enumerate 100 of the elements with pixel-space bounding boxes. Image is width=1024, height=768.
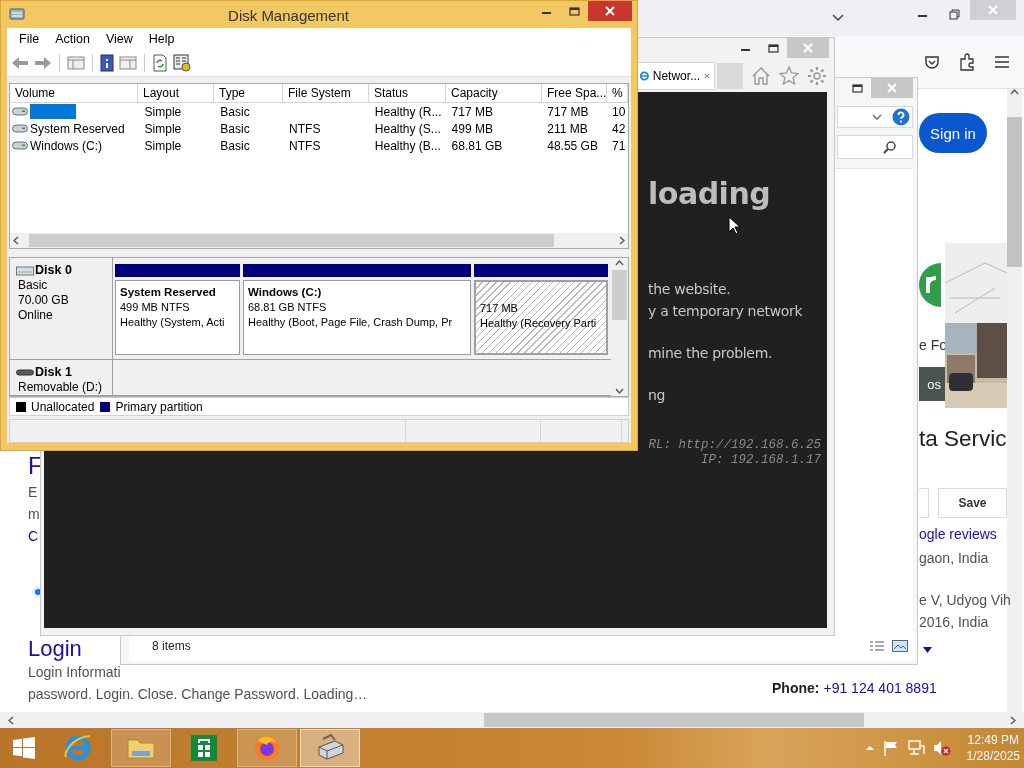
phone-link[interactable]: +91 124 401 8891 — [823, 680, 937, 696]
scroll-up-icon[interactable] — [1010, 89, 1019, 95]
refresh-icon[interactable] — [152, 54, 168, 72]
address-text: gaon, India — [919, 549, 990, 568]
search-icon[interactable] — [883, 140, 896, 154]
column-header[interactable]: Status — [369, 84, 446, 102]
disk-detail: Online — [18, 308, 54, 323]
scroll-left-icon[interactable] — [13, 236, 19, 245]
home-icon[interactable] — [751, 65, 771, 86]
menu-item[interactable]: File — [11, 32, 48, 46]
page-paragraph: the website. y a temporary network — [648, 280, 804, 321]
table-cell-text: Basic — [219, 121, 251, 136]
menu-item[interactable]: Action — [47, 32, 98, 46]
table-cell: System Reserved — [30, 121, 125, 136]
scroll-right-icon[interactable] — [1010, 715, 1016, 725]
maximize-icon — [568, 6, 580, 16]
close-tab-icon[interactable] — [704, 71, 710, 80]
taskbar-app-button[interactable] — [237, 729, 297, 767]
browser-tab[interactable]: Networ... — [635, 61, 715, 90]
details-view-icon[interactable] — [869, 640, 885, 652]
table-cell-text: 717 MB — [546, 104, 590, 119]
restore-icon — [948, 8, 960, 20]
partition-status: Healthy (Recovery Parti — [480, 316, 598, 331]
save-button[interactable]: Save — [938, 488, 1007, 518]
maximize-icon — [851, 83, 863, 93]
large-icons-view-icon[interactable] — [892, 640, 908, 652]
chevron-up-icon[interactable] — [864, 745, 875, 751]
partition-title: Windows (C:) — [248, 285, 323, 300]
result-link[interactable]: C — [28, 525, 39, 547]
menu-item[interactable]: Help — [140, 32, 183, 46]
close-button[interactable] — [588, 1, 632, 21]
network-icon[interactable] — [906, 740, 925, 756]
console-tree-icon[interactable] — [67, 55, 85, 71]
address-bar[interactable] — [837, 106, 913, 128]
flag-icon[interactable] — [882, 740, 899, 756]
disk-detail: Removable (D:) — [18, 380, 104, 395]
forward-icon[interactable] — [34, 55, 52, 71]
table-cell-text: 42 — [611, 121, 627, 136]
partition-box[interactable]: 717 MB Healthy (Recovery Parti — [474, 280, 608, 355]
table-cell-text: Simple — [143, 138, 183, 153]
column-header[interactable]: Free Spa... — [542, 84, 607, 102]
close-icon — [803, 43, 813, 53]
ip-text: IP: 192.168.1.17 — [699, 453, 822, 468]
scroll-right-icon[interactable] — [619, 236, 625, 245]
column-header[interactable]: Volume — [10, 84, 138, 102]
column-header[interactable]: File System — [283, 84, 369, 102]
properties-icon[interactable] — [173, 54, 191, 72]
partition-box[interactable]: System Reserved 499 MB NTFS Healthy (System, Acti — [115, 280, 240, 355]
column-header[interactable]: % — [607, 84, 628, 102]
caret-icon[interactable] — [923, 647, 932, 653]
table-cell-text: 717 MB — [450, 104, 494, 119]
help-book-icon[interactable] — [100, 54, 114, 72]
partition-box[interactable]: Windows (C:) 68.81 GB NTFS Healthy (Boot, Page File, Crash Dump, Pr — [243, 280, 471, 355]
back-icon[interactable] — [11, 55, 29, 71]
column-header[interactable]: Type — [214, 84, 283, 102]
disk-label[interactable]: Disk 0 Basic 70.00 GB Online — [10, 258, 113, 359]
favorites-star-icon[interactable] — [779, 65, 799, 86]
panel-icon[interactable] — [119, 55, 137, 71]
table-cell-text: Basic — [219, 138, 251, 153]
scrollbar-thumb[interactable] — [612, 270, 627, 320]
mouse-cursor-icon — [728, 216, 740, 235]
phone-label: Phone: — [772, 680, 820, 696]
result-text: E — [28, 483, 38, 502]
sign-in-button[interactable]: Sign in — [919, 113, 987, 153]
reviews-link[interactable]: ogle reviews — [919, 526, 1007, 542]
scroll-down-icon[interactable] — [615, 388, 624, 394]
legend-label: Unallocated — [31, 399, 95, 414]
table-cell-text: Healthy (B... — [373, 138, 442, 153]
table-cell-text: 10 — [611, 104, 627, 119]
disk-label[interactable]: Disk 1 Removable (D:) — [10, 360, 113, 395]
help-icon[interactable] — [892, 108, 910, 126]
table-cell-text: Basic — [219, 104, 251, 119]
pocket-icon[interactable] — [924, 54, 940, 70]
speaker-muted-icon[interactable] — [932, 740, 951, 756]
card-label[interactable]: os — [919, 367, 945, 401]
address-text: 2016, India — [919, 613, 990, 632]
settings-icon[interactable] — [807, 65, 827, 86]
column-header[interactable]: Capacity — [446, 84, 542, 102]
scroll-up-icon[interactable] — [615, 260, 624, 266]
result-text: password. Login. Close. Change Password. Loading… — [28, 685, 368, 704]
scrollbar-thumb[interactable] — [484, 713, 864, 727]
taskbar-app-button[interactable] — [111, 729, 171, 767]
partition-status: Healthy (Boot, Page File, Crash Dump, Pr — [248, 315, 454, 330]
close-icon — [887, 83, 897, 93]
menu-item[interactable]: View — [97, 32, 141, 46]
partition-status: Healthy (System, Acti — [120, 315, 226, 330]
scrollbar-thumb[interactable] — [1007, 117, 1022, 267]
scroll-left-icon[interactable] — [8, 715, 14, 725]
table-cell: Windows (C:) — [30, 138, 102, 153]
dropdown-icon[interactable] — [872, 114, 882, 120]
scrollbar-thumb[interactable] — [29, 234, 554, 247]
result-title-link[interactable]: Login — [28, 637, 82, 661]
table-cell-text: NTFS — [288, 138, 322, 153]
table-cell-text: 68.81 GB — [450, 138, 504, 153]
extensions-icon[interactable] — [958, 53, 976, 71]
taskbar-app-button[interactable] — [300, 729, 360, 767]
search-field[interactable] — [837, 135, 913, 159]
menu-icon[interactable] — [994, 56, 1010, 68]
column-header[interactable]: Layout — [138, 84, 214, 102]
caret-icon[interactable] — [832, 14, 844, 22]
